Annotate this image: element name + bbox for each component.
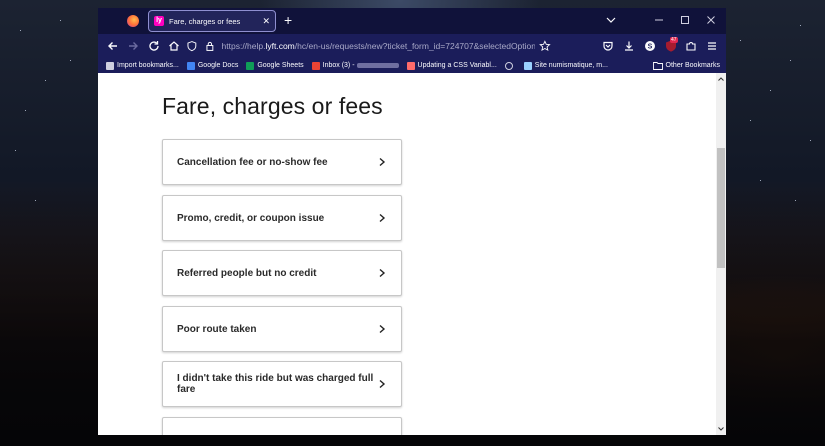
pocket-icon[interactable] [601, 39, 615, 53]
star [790, 60, 791, 61]
scroll-up-arrow-icon[interactable] [717, 75, 725, 83]
lyft-favicon-icon: ly [154, 16, 164, 26]
other-bookmarks[interactable]: Other Bookmarks [652, 61, 720, 70]
browser-window: ly Fare, charges or fees ✕ + https://hel… [98, 8, 726, 435]
url-text[interactable]: https://help.lyft.com/hc/en-us/requests/… [222, 41, 536, 51]
star [35, 200, 36, 201]
page-scrollbar[interactable] [716, 73, 726, 435]
new-tab-icon[interactable]: + [284, 13, 292, 27]
tracking-shield-icon[interactable] [186, 40, 198, 52]
star [760, 180, 761, 181]
star [60, 20, 61, 21]
option-partial[interactable] [162, 417, 402, 435]
import-icon [106, 61, 114, 70]
scroll-thumb[interactable] [717, 148, 725, 268]
redacted-email [356, 63, 399, 68]
chevron-right-icon [379, 213, 386, 223]
lock-icon[interactable] [204, 40, 216, 52]
site-icon [523, 61, 532, 70]
chevron-right-icon [379, 324, 386, 334]
star [770, 90, 771, 91]
gmail-icon [311, 61, 320, 70]
star [800, 25, 801, 26]
account-avatar-icon[interactable]: S [643, 39, 657, 53]
star [25, 110, 26, 111]
folder-icon [652, 62, 663, 70]
star [45, 80, 46, 81]
option-charged-full-fare[interactable]: I didn't take this ride but was charged … [162, 361, 402, 407]
bookmark-google-docs[interactable]: Google Docs [186, 61, 238, 70]
extensions-puzzle-icon[interactable] [684, 39, 698, 53]
star [70, 60, 71, 61]
option-label: Referred people but no credit [177, 267, 317, 279]
star [795, 200, 796, 201]
page-content: Fare, charges or fees Cancellation fee o… [98, 73, 716, 435]
option-label: I didn't take this ride but was charged … [177, 373, 374, 395]
star [810, 140, 811, 141]
google-sheets-icon [246, 61, 255, 70]
chevron-right-icon [379, 379, 386, 389]
bookmark-inbox[interactable]: Inbox (3) - [311, 61, 399, 70]
google-docs-icon [186, 61, 195, 70]
tab-title: Fare, charges or fees [169, 16, 241, 26]
bookmark-site-numismatique[interactable]: Site numismatique, m... [523, 61, 608, 70]
star [20, 30, 21, 31]
scroll-down-arrow-icon[interactable] [717, 425, 725, 433]
star [750, 120, 751, 121]
firefox-icon[interactable] [127, 15, 139, 27]
bookmarks-toolbar: Import bookmarks... Google Docs Google S… [98, 58, 726, 73]
tab-close-icon[interactable]: ✕ [262, 16, 270, 26]
downloads-icon[interactable] [622, 39, 636, 53]
close-window-icon[interactable] [705, 14, 717, 26]
svg-text:S: S [648, 44, 653, 51]
forward-arrow-icon[interactable] [126, 39, 140, 53]
star [740, 40, 741, 41]
chevron-right-icon [379, 157, 386, 167]
option-label: Poor route taken [177, 323, 257, 335]
menu-hamburger-icon[interactable] [705, 39, 719, 53]
extension-badge: 47 [670, 37, 678, 43]
globe-icon [504, 61, 513, 70]
nav-toolbar: https://help.lyft.com/hc/en-us/requests/… [98, 34, 726, 58]
list-tabs-chevron-icon[interactable] [606, 15, 616, 25]
bookmark-import[interactable]: Import bookmarks... [106, 61, 179, 70]
option-poor-route[interactable]: Poor route taken [162, 306, 402, 352]
tab-active[interactable]: ly Fare, charges or fees ✕ [148, 10, 276, 32]
chevron-right-icon [379, 268, 386, 278]
bookmark-globe[interactable] [504, 61, 516, 70]
option-label: Cancellation fee or no-show fee [177, 156, 328, 168]
reload-icon[interactable] [147, 39, 161, 53]
option-cancellation-fee[interactable]: Cancellation fee or no-show fee [162, 139, 402, 185]
option-promo-credit[interactable]: Promo, credit, or coupon issue [162, 195, 402, 241]
bookmark-css-variable[interactable]: Updating a CSS Variabl... [406, 61, 497, 70]
codepen-icon [406, 61, 415, 70]
title-bar: ly Fare, charges or fees ✕ + [98, 8, 726, 34]
star [15, 150, 16, 151]
minimize-icon[interactable] [653, 14, 665, 26]
bookmark-google-sheets[interactable]: Google Sheets [246, 61, 304, 70]
url-bar[interactable]: https://help.lyft.com/hc/en-us/requests/… [186, 37, 551, 55]
option-label: Promo, credit, or coupon issue [177, 212, 325, 224]
option-referred-people[interactable]: Referred people but no credit [162, 250, 402, 296]
maximize-icon[interactable] [679, 14, 691, 26]
page-title: Fare, charges or fees [162, 93, 383, 119]
bookmark-star-icon[interactable] [539, 40, 551, 52]
back-arrow-icon[interactable] [106, 39, 120, 53]
home-icon[interactable] [167, 39, 181, 53]
